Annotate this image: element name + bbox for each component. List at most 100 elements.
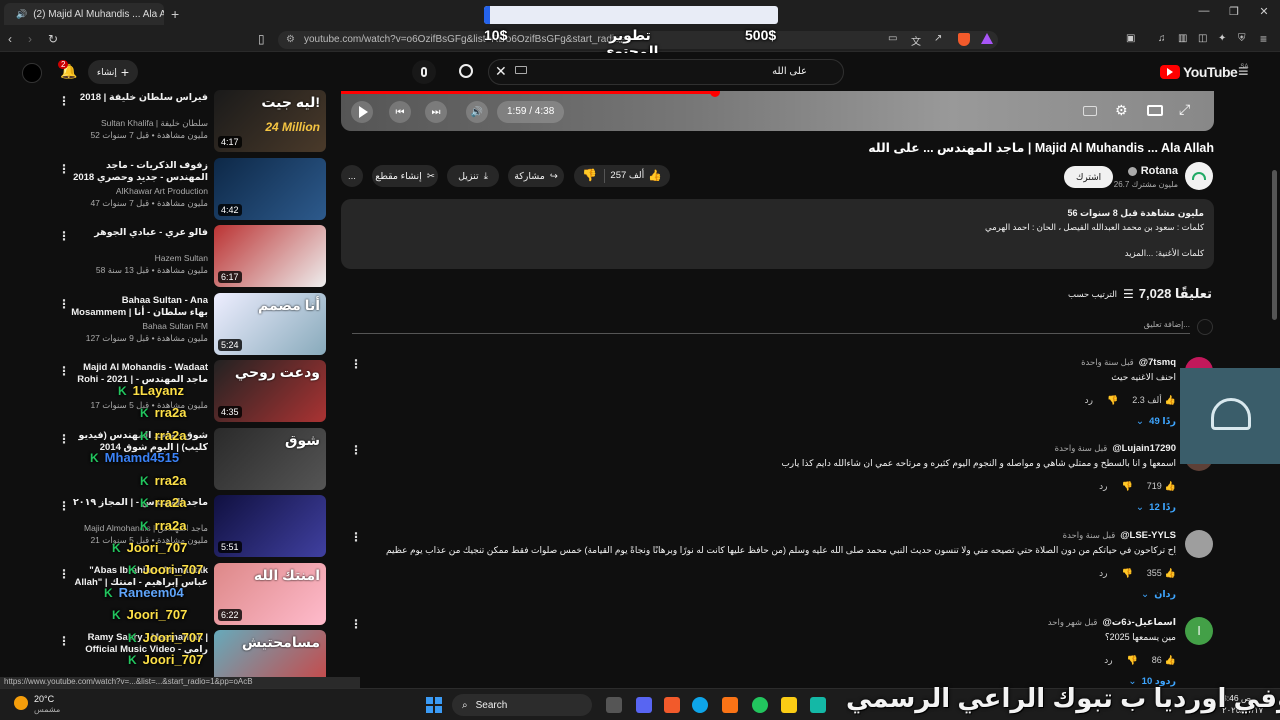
related-video-thumbnail[interactable]: 4:42 (214, 157, 326, 220)
related-video-thumbnail[interactable]: ودعت روحي 4:35 (214, 360, 326, 422)
brave-taskbar-icon[interactable] (664, 697, 680, 713)
screen-icon[interactable]: ▭ (888, 33, 897, 44)
page-scrollbar[interactable] (1272, 170, 1277, 320)
comment-options-icon[interactable]: ⋮ (350, 443, 362, 457)
more-actions-button[interactable]: ... (341, 165, 363, 187)
play-button[interactable] (351, 101, 373, 123)
comment-dislike-icon[interactable]: 👎 (1127, 655, 1138, 666)
obs-icon[interactable] (810, 697, 826, 713)
fullscreen-icon[interactable]: ⤢ (1179, 101, 1190, 118)
maximize-icon[interactable]: ❐ (1226, 5, 1242, 18)
youtube-logo[interactable]: YouTube SA (1160, 64, 1248, 80)
reply-button[interactable]: رد (1099, 481, 1107, 492)
reply-button[interactable]: رد (1085, 395, 1093, 406)
comment-options-icon[interactable]: ⋮ (350, 530, 362, 544)
related-video-channel[interactable]: AlKhawar Art Production (68, 186, 208, 196)
brave-rewards-icon[interactable] (981, 33, 993, 44)
minimize-icon[interactable]: — (1196, 5, 1212, 17)
comment-dislike-icon[interactable]: 👎 (1122, 481, 1133, 492)
player-progress-bar[interactable] (341, 91, 715, 94)
keyboard-icon[interactable] (515, 66, 527, 74)
site-info-icon[interactable]: ⚙ (286, 31, 295, 49)
new-tab-icon[interactable]: + (171, 6, 179, 22)
related-video-thumbnail[interactable]: شوق (214, 427, 326, 490)
voice-search-button[interactable] (412, 60, 436, 84)
share-page-icon[interactable]: ↗ (934, 33, 942, 44)
related-video-thumbnail[interactable]: 5:51 (214, 495, 326, 557)
comment-author[interactable]: @7tsmq (1139, 357, 1176, 368)
search-icon[interactable] (459, 64, 473, 78)
comment-like-button[interactable]: 86 👍 (1152, 655, 1176, 666)
comment-time[interactable]: قبل سنة واحدة (1081, 357, 1134, 368)
comment-options-icon[interactable]: ⋮ (350, 617, 362, 631)
related-video-title[interactable]: زفوف الذكريات - ماجد المهندس - جديد وحصر… (68, 160, 208, 184)
download-button[interactable]: تنزيل ⤓ (447, 165, 499, 187)
sidebar-toggle-icon[interactable]: ▣ (1126, 33, 1135, 44)
comment-author[interactable]: @اسماعيل-ذ6ت (1102, 617, 1176, 628)
wallet-icon[interactable]: ◫ (1198, 33, 1207, 44)
expand-replies-icon[interactable]: ⌄ (1136, 502, 1144, 513)
related-video-item[interactable]: ⋮ ماجد المهندس - | المجاز ٢٠١٩ Majid Almoh… (56, 495, 330, 561)
translate-icon[interactable]: 文 (911, 33, 921, 48)
settings-icon[interactable]: ⚙ (1115, 102, 1128, 119)
comment-author[interactable]: @Lujain17290 (1112, 443, 1176, 454)
related-video-thumbnail[interactable]: أنا مصمم 5:24 (214, 292, 326, 355)
comment-time[interactable]: قبل سنة واحدة (1063, 530, 1116, 541)
menu-icon[interactable]: ≡ (1260, 32, 1267, 46)
dislike-button[interactable]: 👎 (582, 168, 597, 182)
related-video-title[interactable]: Bahaa Sultan - Ana Mosammem | بهاء سلطان… (68, 295, 208, 319)
description-box[interactable]: 56 مليون مشاهدة قبل 8 سنوات كلمات : سعود… (341, 199, 1214, 269)
edge-icon[interactable] (692, 697, 708, 713)
related-video-channel[interactable]: Majid Almohandis | ماجد المهندس (68, 523, 208, 534)
reload-icon[interactable]: ↻ (48, 32, 58, 46)
related-video-item[interactable]: ⋮ فيراس سلطان خليفة | 2018 Sultan Khalifa … (56, 90, 330, 156)
brave-shield-icon[interactable] (958, 33, 970, 46)
replies-toggle[interactable]: 49 ردًا (1149, 416, 1176, 427)
chrome-icon[interactable] (752, 697, 768, 713)
related-video-thumbnail[interactable]: 6:17 (214, 225, 326, 287)
related-video-thumbnail[interactable]: امنتك الله 6:22 (214, 562, 326, 625)
back-icon[interactable]: ‹ (8, 32, 12, 46)
clip-button[interactable]: إنشاء مقطع ✂ (372, 165, 438, 187)
forward-icon[interactable]: › (28, 32, 32, 46)
create-button[interactable]: إنشاء + (88, 60, 138, 84)
related-video-item[interactable]: ⋮ فالو عري - عبادي الجوهر Hazem Sultan 58 م… (56, 225, 330, 291)
taskbar-search[interactable]: ⌕ Search (452, 694, 592, 716)
discord-icon[interactable] (636, 697, 652, 713)
related-video-thumbnail[interactable]: ليه جيت! 24 Million 4:17 (214, 90, 326, 152)
leo-icon[interactable]: ✦ (1218, 33, 1226, 44)
related-video-channel[interactable]: Sultan Khalifa | سلطان خليفة (68, 118, 208, 129)
clear-search-icon[interactable]: ✕ (495, 63, 507, 80)
related-video-channel[interactable]: Hazem Sultan (68, 253, 208, 263)
comment-options-icon[interactable]: ⋮ (350, 357, 362, 371)
theater-icon[interactable] (1147, 105, 1163, 116)
related-video-item[interactable]: ⋮ Bahaa Sultan - Ana Mosammem | بهاء سلطا… (56, 292, 330, 359)
task-view-icon[interactable] (606, 697, 622, 713)
comment-like-button[interactable]: 719 👍 (1147, 481, 1176, 492)
comment-avatar[interactable] (1185, 530, 1213, 558)
weather-temp[interactable]: 20°C (34, 694, 54, 704)
music-icon[interactable]: ♫ (1158, 33, 1166, 44)
volume-button[interactable]: 🔊 (466, 101, 488, 123)
comment-avatar[interactable]: ا (1185, 617, 1213, 645)
hamburger-menu-icon[interactable]: ≡ (1238, 61, 1249, 82)
reply-button[interactable]: رد (1104, 655, 1112, 666)
related-video-item[interactable]: ⋮ Majid Al Mohandis - Wadaat Rohi - 2021 … (56, 360, 330, 426)
next-button[interactable]: ⏭ (425, 101, 447, 123)
comment-dislike-icon[interactable]: 👎 (1122, 568, 1133, 579)
related-video-title[interactable]: ماجد المهندس - | المجاز ٢٠١٩ (68, 497, 208, 509)
reply-button[interactable]: رد (1099, 568, 1107, 579)
replies-toggle[interactable]: 12 ردًا (1149, 502, 1176, 513)
comment-author[interactable]: @LSE-YYLS (1120, 530, 1176, 541)
related-video-item[interactable]: ⋮ زفوف الذكريات - ماجد المهندس - جديد وحص… (56, 157, 330, 224)
comment-like-button[interactable]: 2.3 ألف 👍 (1132, 395, 1176, 406)
sort-button[interactable]: الترتيب حسب ☰ (1068, 287, 1134, 301)
comment-like-button[interactable]: 355 👍 (1147, 568, 1176, 579)
search-box[interactable]: ✕ على الله (459, 59, 844, 85)
related-video-title[interactable]: فيراس سلطان خليفة | 2018 (68, 92, 208, 104)
bookmark-icon[interactable]: ▯ (258, 32, 265, 46)
start-icon[interactable] (426, 697, 442, 713)
comment-time[interactable]: قبل شهر واحد (1048, 617, 1098, 628)
file-explorer-icon[interactable] (781, 697, 797, 713)
video-player[interactable]: ⏮ ⏭ 🔊 1:59 / 4:38 ⚙ ⤢ (341, 91, 1214, 131)
